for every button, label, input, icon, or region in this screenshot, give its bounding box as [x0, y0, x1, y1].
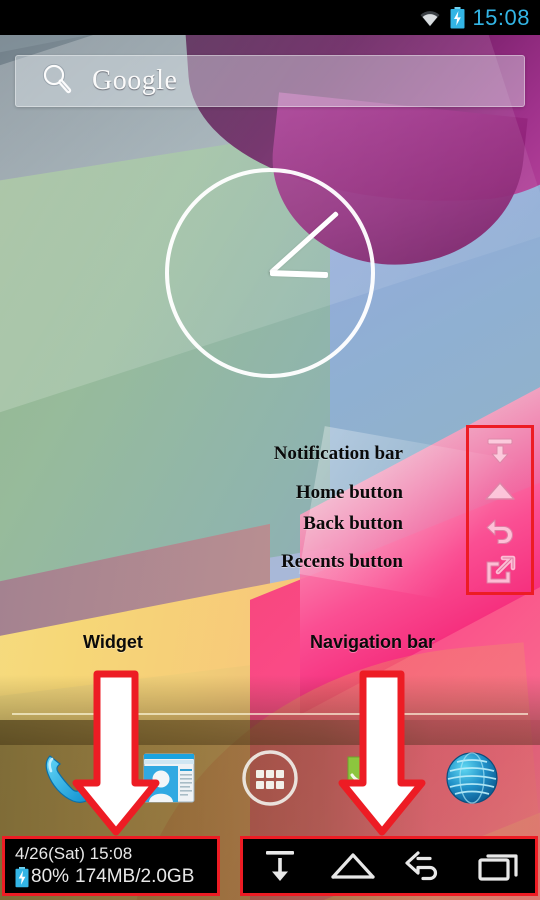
android-home-screen: 15:08 Google Notification bar Home butto…	[0, 0, 540, 900]
recents-icon[interactable]	[470, 843, 528, 889]
label-widget: Widget	[83, 632, 143, 652]
status-bar[interactable]: 15:08	[0, 0, 540, 35]
phone-icon[interactable]	[32, 742, 104, 814]
battery-charging-icon	[15, 866, 29, 888]
status-info-widget[interactable]: 4/26(Sat) 15:08 80% 174MB/2.0GB	[2, 836, 220, 896]
contacts-icon[interactable]	[133, 742, 205, 814]
label-navigation-bar: Navigation bar	[310, 632, 436, 652]
back-icon[interactable]	[481, 514, 519, 546]
floating-navigation-widget[interactable]	[466, 425, 534, 595]
label-back-button: Back button	[303, 513, 403, 534]
analog-clock-widget[interactable]	[165, 168, 375, 378]
notification-pulldown-icon[interactable]	[251, 843, 309, 889]
app-drawer-icon[interactable]	[234, 742, 306, 814]
label-notification-bar: Notification bar	[273, 443, 403, 464]
home-icon[interactable]	[481, 475, 519, 507]
search-icon[interactable]	[40, 62, 74, 101]
battery-charging-icon	[450, 6, 465, 29]
widget-battery-percent: 80%	[31, 866, 70, 887]
label-recents-button: Recents button	[281, 551, 403, 572]
label-home-button: Home button	[295, 482, 403, 503]
google-search-bar[interactable]: Google	[15, 55, 525, 107]
dock	[0, 730, 540, 825]
widget-date-time: 4/26(Sat) 15:08	[15, 844, 133, 863]
messaging-icon[interactable]	[335, 742, 407, 814]
widget-memory: 174MB/2.0GB	[75, 866, 195, 887]
recents-share-icon[interactable]	[481, 553, 519, 585]
home-icon[interactable]	[324, 843, 382, 889]
back-icon[interactable]	[397, 843, 455, 889]
search-input[interactable]: Google	[92, 65, 177, 97]
navigation-bar[interactable]	[240, 836, 538, 896]
widget-battery-memory: 80% 174MB/2.0GB	[15, 865, 209, 889]
wifi-icon	[417, 8, 443, 28]
dock-divider	[12, 713, 528, 715]
status-bar-clock: 15:08	[472, 4, 530, 30]
notification-pulldown-icon[interactable]	[481, 436, 519, 468]
browser-icon[interactable]	[436, 742, 508, 814]
